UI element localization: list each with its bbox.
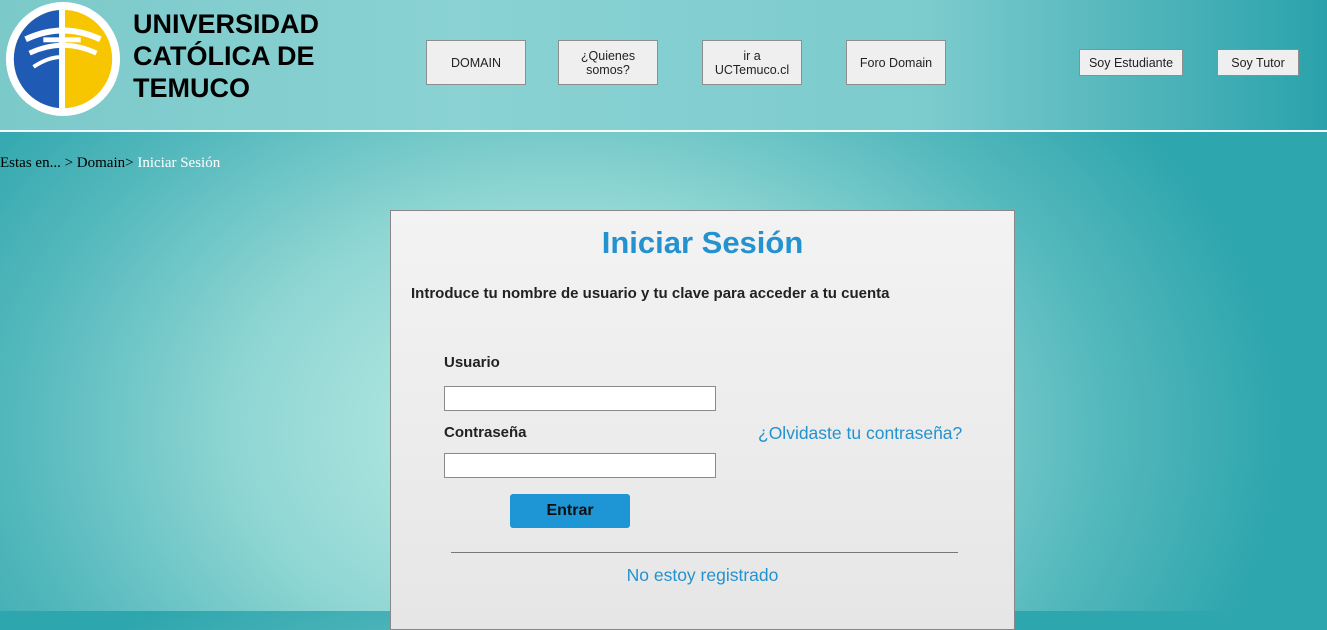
login-submit-button[interactable]: Entrar [510, 494, 630, 528]
student-role-button[interactable]: Soy Estudiante [1079, 49, 1183, 76]
login-panel: Iniciar Sesión Introduce tu nombre de us… [390, 210, 1015, 630]
forgot-password-link[interactable]: ¿Olvidaste tu contraseña? [758, 423, 962, 444]
site-header: UNIVERSIDAD CATÓLICA DE TEMUCO DOMAIN ¿Q… [0, 0, 1327, 130]
breadcrumb-current: Iniciar Sesión [137, 155, 221, 171]
university-logo-icon[interactable] [4, 0, 122, 118]
breadcrumb-path[interactable]: Estas en... > Domain> [0, 155, 134, 171]
nav-button-domain[interactable]: DOMAIN [426, 40, 526, 85]
header-divider [0, 130, 1327, 132]
login-title: Iniciar Sesión [601, 225, 804, 260]
nav-button-foro-domain[interactable]: Foro Domain [846, 40, 946, 85]
nav-button-uctemuco[interactable]: ir a UCTemuco.cl [702, 40, 802, 85]
nav-button-quienes-somos[interactable]: ¿Quienes somos? [558, 40, 658, 85]
password-label: Contraseña [444, 424, 527, 441]
username-label: Usuario [444, 354, 500, 371]
password-input[interactable] [444, 453, 716, 478]
login-instructions: Introduce tu nombre de usuario y tu clav… [411, 285, 890, 302]
breadcrumb: Estas en... > Domain> Iniciar Sesión [0, 155, 220, 172]
username-input[interactable] [444, 386, 716, 411]
university-name: UNIVERSIDAD CATÓLICA DE TEMUCO [133, 9, 320, 103]
login-divider [451, 552, 958, 553]
register-link[interactable]: No estoy registrado [391, 565, 1014, 586]
tutor-role-button[interactable]: Soy Tutor [1217, 49, 1299, 76]
